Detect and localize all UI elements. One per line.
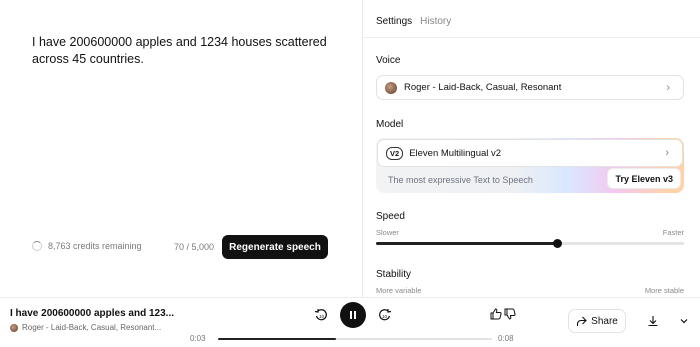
stability-label: Stability xyxy=(376,269,412,280)
playback-progress-fill xyxy=(218,338,336,340)
current-time: 0:03 xyxy=(190,334,206,343)
voice-label: Voice xyxy=(376,55,401,66)
model-label: Model xyxy=(376,119,404,130)
stability-range-labels: More variable More stable xyxy=(376,286,684,295)
track-title: I have 200600000 apples and 123... xyxy=(10,308,174,319)
chevron-right-icon: › xyxy=(666,81,670,94)
model-card: V2 Eleven Multilingual v2 › The most exp… xyxy=(376,138,684,193)
speed-label: Speed xyxy=(376,211,405,222)
voice-selector[interactable]: Roger - Laid-Back, Casual, Resonant › xyxy=(376,75,684,100)
pause-icon xyxy=(350,311,356,319)
pause-button[interactable] xyxy=(340,302,366,328)
svg-text:10: 10 xyxy=(319,314,325,319)
voice-avatar xyxy=(385,81,397,94)
share-icon xyxy=(577,316,587,326)
voice-name: Roger - Laid-Back, Casual, Resonant xyxy=(404,82,562,93)
track-voice: Roger - Laid-Back, Casual, Resonant... xyxy=(10,323,161,332)
prompt-textarea[interactable]: I have 200600000 apples and 1234 houses … xyxy=(32,34,332,68)
spinner-icon xyxy=(32,241,42,251)
tab-settings[interactable]: Settings xyxy=(376,16,412,27)
thumbs-up-icon[interactable] xyxy=(489,307,503,321)
voice-avatar xyxy=(10,323,18,332)
audio-player: I have 200600000 apples and 123... Roger… xyxy=(0,298,700,347)
forward-10-icon[interactable]: 10 xyxy=(377,307,393,323)
stability-max-label: More stable xyxy=(644,286,684,295)
speed-min-label: Slower xyxy=(376,228,399,237)
duration: 0:08 xyxy=(498,334,514,343)
speed-slider[interactable] xyxy=(376,239,684,248)
chevron-right-icon: › xyxy=(665,147,669,159)
download-icon[interactable] xyxy=(646,314,660,328)
try-eleven-v3-button[interactable]: Try Eleven v3 xyxy=(608,169,680,188)
model-selector[interactable]: V2 Eleven Multilingual v2 › xyxy=(377,139,683,167)
settings-tabs: Settings History xyxy=(376,16,451,27)
character-count: 70 / 5,000 xyxy=(174,242,215,252)
playback-progress[interactable] xyxy=(218,338,492,340)
tabs-divider xyxy=(363,37,700,38)
speed-slider-fill xyxy=(376,242,558,245)
share-button[interactable]: Share xyxy=(568,309,626,333)
credits-remaining: 8,763 credits remaining xyxy=(48,241,142,251)
stability-min-label: More variable xyxy=(376,286,422,295)
model-tagline: The most expressive Text to Speech xyxy=(388,175,533,185)
thumbs-down-icon[interactable] xyxy=(503,307,517,321)
model-name: Eleven Multilingual v2 xyxy=(409,147,502,159)
track-voice-name: Roger - Laid-Back, Casual, Resonant... xyxy=(22,323,162,332)
credits-indicator: 8,763 credits remaining xyxy=(32,241,142,251)
rewind-10-icon[interactable]: 10 xyxy=(313,307,329,323)
speed-max-label: Faster xyxy=(662,228,684,237)
settings-pane: Settings History Voice Roger - Laid-Back… xyxy=(363,0,700,297)
speed-range-labels: Slower Faster xyxy=(376,228,684,237)
model-version-badge: V2 xyxy=(386,146,404,160)
editor-pane: I have 200600000 apples and 1234 houses … xyxy=(0,0,362,297)
tab-history[interactable]: History xyxy=(420,16,451,27)
share-label: Share xyxy=(591,315,618,327)
chevron-down-icon[interactable] xyxy=(677,314,691,328)
speed-slider-thumb[interactable] xyxy=(553,239,563,248)
svg-text:10: 10 xyxy=(382,314,388,319)
regenerate-speech-button[interactable]: Regenerate speech xyxy=(222,235,328,259)
